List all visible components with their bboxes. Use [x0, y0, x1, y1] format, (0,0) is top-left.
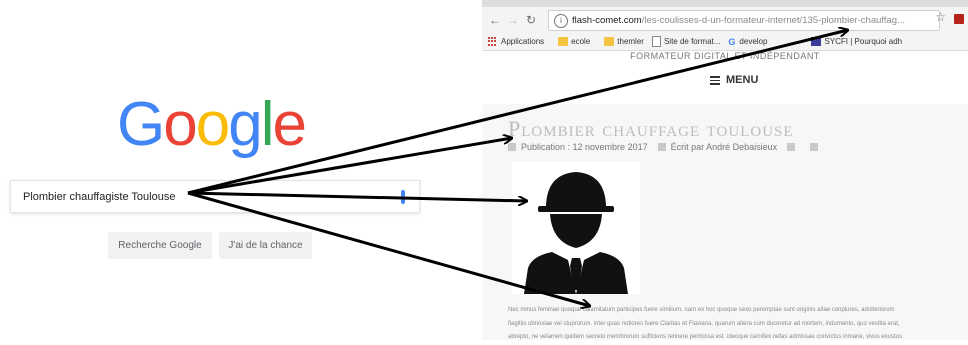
calendar-icon — [508, 143, 516, 151]
url-path: /les-coulisses-d-un-formateur-internet/1… — [641, 15, 905, 26]
bookmark-themler[interactable]: themler — [604, 37, 644, 46]
plumber-worker-image — [512, 162, 640, 294]
bookmark-label: ecole — [571, 37, 591, 46]
worker-silhouette-icon — [524, 172, 628, 294]
user-icon — [657, 143, 666, 151]
search-query-text: Plombier chauffagiste Toulouse — [23, 190, 176, 203]
article-paragraph: Nec minus feminae quoque calamitatum par… — [508, 304, 963, 345]
hamburger-icon — [710, 74, 720, 87]
site-favicon-icon — [811, 37, 822, 46]
folder-icon — [604, 37, 615, 46]
microphone-icon[interactable] — [401, 190, 405, 204]
logo-letter: e — [272, 90, 307, 159]
reload-icon[interactable]: ↻ — [522, 13, 540, 27]
publication-date: Publication : 12 novembre 2017 — [521, 142, 648, 152]
bookmark-label: develop — [739, 37, 768, 46]
url-host: flash-comet.com — [572, 15, 642, 26]
google-search-button[interactable]: Recherche Google — [108, 232, 212, 259]
email-icon[interactable] — [810, 143, 819, 151]
browser-window: ← → ↻ i flash-comet.com/les-coulisses-d-… — [482, 0, 968, 340]
bookmark-site-format[interactable]: Site de format... — [651, 36, 721, 47]
tab-strip — [482, 0, 968, 7]
bookmark-develop[interactable]: Gdevelop — [728, 37, 768, 47]
bookmark-apps[interactable]: Applications — [488, 37, 544, 46]
logo-letter: g — [228, 90, 263, 159]
feeling-lucky-button[interactable]: J'ai de la chance — [219, 232, 312, 259]
bookmark-label: themler — [617, 37, 644, 46]
bookmark-sycfi[interactable]: SYCFI | Pourquoi adh — [811, 37, 902, 46]
bookmark-label: Site de format... — [663, 37, 721, 46]
menu-label: MENU — [726, 74, 759, 87]
page-icon — [651, 36, 661, 47]
browser-toolbar: ← → ↻ i flash-comet.com/les-coulisses-d-… — [482, 7, 968, 33]
logo-letter: G — [117, 90, 165, 159]
menu-button[interactable]: MENU — [710, 74, 758, 87]
article-area: Plombier chauffage toulouse Publication … — [482, 104, 968, 340]
folder-icon — [558, 37, 569, 46]
site-tagline: FORMATEUR DIGITAL ET INDÉPENDANT — [630, 51, 820, 61]
logo-letter: l — [260, 90, 275, 159]
paragraph-line: Nec minus feminae quoque calamitatum par… — [508, 307, 895, 313]
apps-grid-icon — [488, 37, 498, 46]
print-icon[interactable] — [787, 143, 796, 151]
back-icon[interactable]: ← — [486, 13, 504, 27]
bookmark-ecole[interactable]: ecole — [558, 37, 590, 46]
bookmark-label: SYCFI | Pourquoi adh — [824, 37, 903, 46]
author-line: Écrit par André Debaisieux — [670, 142, 778, 152]
extension-icon[interactable] — [954, 14, 964, 24]
logo-letter: o — [195, 90, 231, 159]
logo-letter: o — [163, 90, 198, 159]
forward-icon[interactable]: → — [504, 13, 522, 27]
bookmarks-bar: Applications ecole themler Site de forma… — [482, 33, 968, 51]
post-meta: Publication : 12 novembre 2017 Écrit par… — [508, 142, 823, 152]
bookmark-label: Applications — [501, 37, 545, 46]
google-logo: Google — [117, 90, 307, 159]
post-title[interactable]: Plombier chauffage toulouse — [508, 116, 794, 142]
bookmark-star-icon[interactable]: ☆ — [935, 10, 946, 24]
site-info-icon[interactable]: i — [554, 13, 568, 28]
google-g-icon: G — [728, 37, 736, 47]
search-input[interactable]: Plombier chauffagiste Toulouse — [10, 180, 420, 213]
paragraph-line: flagitiis obnoxiae vel stuprorum. inter … — [508, 320, 900, 327]
paragraph-line: abrepto, ne velamen quidem secreto membr… — [508, 334, 903, 340]
address-bar[interactable]: i flash-comet.com/les-coulisses-d-un-for… — [548, 10, 940, 31]
